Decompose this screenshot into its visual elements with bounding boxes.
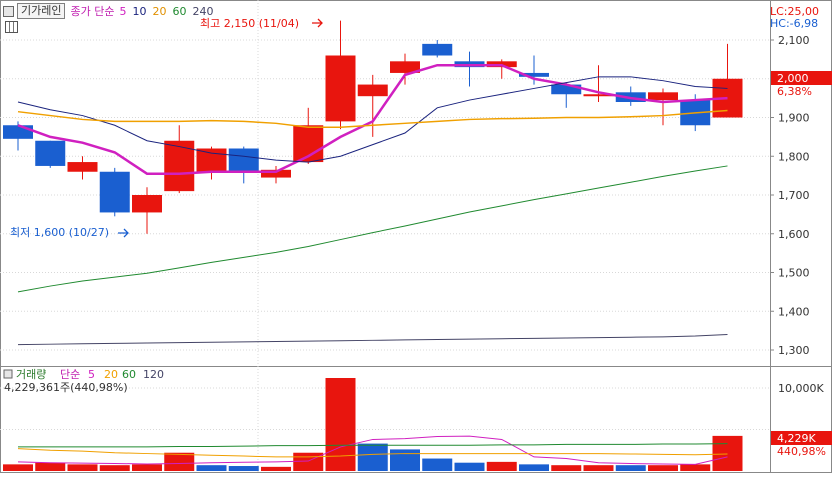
ma-period-240: 240	[192, 4, 214, 18]
volume-bar	[99, 465, 130, 471]
volume-bar	[35, 462, 66, 471]
volume-bar	[454, 462, 485, 471]
price-tick-label: 1,300	[778, 344, 810, 357]
candle-body	[132, 195, 162, 213]
low-annotation: 최저 1,600 (10/27)	[10, 226, 109, 239]
stock-chart: 2,100 2,000 1,900 1,800 1,700 1,600 1,500 1,400…	[0, 0, 832, 473]
price-tick-label: 1,600	[778, 228, 810, 241]
volume-bar	[486, 461, 517, 471]
price-tick-label: 1,800	[778, 150, 810, 163]
volume-tick-label: 10,000K	[778, 382, 824, 395]
volume-bar	[132, 464, 162, 471]
price-tag: 2,000	[777, 72, 809, 85]
candle-body	[67, 162, 98, 172]
candle-body	[228, 148, 259, 172]
volume-bar	[551, 465, 582, 471]
volume-bar	[357, 443, 388, 471]
ma-label: 종가 단순	[70, 5, 115, 18]
candle-body	[357, 84, 388, 97]
volume-pct-tag: 440,98%	[777, 445, 826, 458]
ma-period-20: 20	[152, 4, 167, 18]
stock-title[interactable]: 기가레인	[17, 3, 66, 19]
volume-bar	[680, 464, 711, 471]
volume-bar	[519, 464, 549, 471]
volume-bar	[293, 452, 324, 471]
volume-ma-period-5: 5	[88, 368, 95, 381]
volume-legend-toggle-icon	[3, 369, 13, 379]
grid-icon[interactable]	[5, 21, 18, 33]
ma-period-60: 60	[172, 4, 187, 18]
volume-bar	[583, 465, 614, 471]
high-annotation: 최고 2,150 (11/04)	[200, 17, 299, 30]
hc-label: HC:-6,98	[770, 17, 818, 30]
price-legend: 기가레인 종가 단순 5 10 20 60 240	[3, 3, 213, 19]
volume-bar	[615, 465, 646, 471]
volume-bar	[422, 458, 453, 471]
volume-bar	[164, 452, 195, 471]
volume-title: 거래량	[16, 368, 46, 381]
candle-body	[3, 125, 33, 139]
volume-bar	[648, 465, 678, 471]
volume-ma-label: 단순	[60, 368, 80, 381]
volume-value: 4,229,361주(440,98%)	[4, 381, 128, 394]
volume-ma-period-120: 120	[143, 368, 164, 381]
volume-bar	[325, 378, 356, 471]
candle-body	[35, 140, 66, 166]
high-arrow-icon	[312, 18, 323, 28]
price-tick-label: 1,700	[778, 189, 810, 202]
chart-canvas: 2,100 2,000 1,900 1,800 1,700 1,600 1,500 1,400…	[0, 0, 832, 473]
ma-line-240	[17, 334, 728, 346]
volume-bar	[3, 464, 33, 471]
pct-tag: 6,38%	[777, 85, 812, 98]
ma-period-5: 5	[119, 4, 127, 18]
volume-bar	[390, 449, 420, 471]
volume-tag: 4,229K	[777, 432, 816, 445]
volume-bar	[261, 466, 291, 471]
candle-body	[648, 92, 678, 101]
legend-toggle-icon[interactable]	[3, 5, 14, 17]
candle-body	[325, 55, 356, 122]
volume-ma-period-60: 60	[122, 368, 136, 381]
price-tick-label: 1,900	[778, 112, 810, 125]
volume-bar	[712, 435, 743, 471]
volume-bar	[228, 466, 259, 471]
volume-bar	[67, 464, 98, 471]
ma-period-10: 10	[132, 4, 147, 18]
price-tick-label: 1,400	[778, 305, 810, 318]
price-tick-label: 1,500	[778, 267, 810, 280]
low-arrow-icon	[118, 228, 129, 238]
price-tick-label: 2,100	[778, 34, 810, 47]
volume-ma-period-20: 20	[104, 368, 118, 381]
volume-bar	[196, 465, 227, 471]
candle-body	[99, 171, 130, 213]
candle-body	[196, 148, 227, 172]
candle-body	[422, 43, 453, 56]
